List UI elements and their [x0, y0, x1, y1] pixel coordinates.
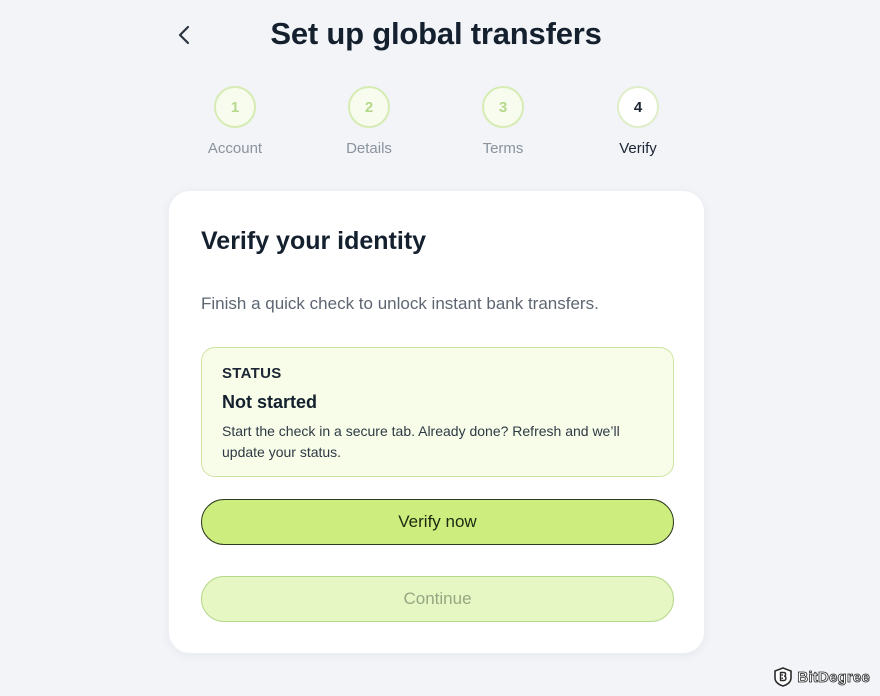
- watermark: BitDegree: [774, 666, 870, 688]
- watermark-text: BitDegree: [797, 668, 870, 686]
- page-title: Set up global transfers: [270, 16, 602, 51]
- step-terms: 3 Terms: [443, 86, 563, 157]
- card-title: Verify your identity: [201, 227, 427, 255]
- verification-page: Set up global transfers 1 Account 2 Deta…: [0, 0, 880, 696]
- step-label: Details: [346, 140, 392, 157]
- step-verify: 4 Verify: [578, 86, 698, 157]
- verify-identity-card: Verify your identity Finish a quick chec…: [168, 190, 705, 654]
- step-account: 1 Account: [175, 86, 295, 157]
- step-label: Account: [207, 140, 263, 157]
- step-details: 2 Details: [309, 86, 429, 157]
- status-description: Start the check in a secure tab. Already…: [222, 423, 620, 460]
- step-number: 3: [482, 86, 524, 128]
- verify-now-button[interactable]: Verify now: [201, 499, 674, 545]
- step-number: 1: [214, 86, 256, 128]
- step-number: 2: [348, 86, 390, 128]
- step-label: Terms: [482, 140, 524, 157]
- step-number: 4: [617, 86, 659, 128]
- continue-button[interactable]: Continue: [201, 576, 674, 622]
- step-label: Verify: [619, 140, 657, 157]
- progress-stepper: 1 Account 2 Details 3 Terms 4 Verify: [0, 86, 880, 166]
- card-subtitle: Finish a quick check to unlock instant b…: [201, 294, 599, 313]
- status-label: STATUS: [222, 365, 282, 382]
- status-value: Not started: [222, 392, 318, 412]
- status-panel: STATUS Not started Start the check in a …: [201, 347, 674, 477]
- bitdegree-logo-icon: [774, 667, 793, 687]
